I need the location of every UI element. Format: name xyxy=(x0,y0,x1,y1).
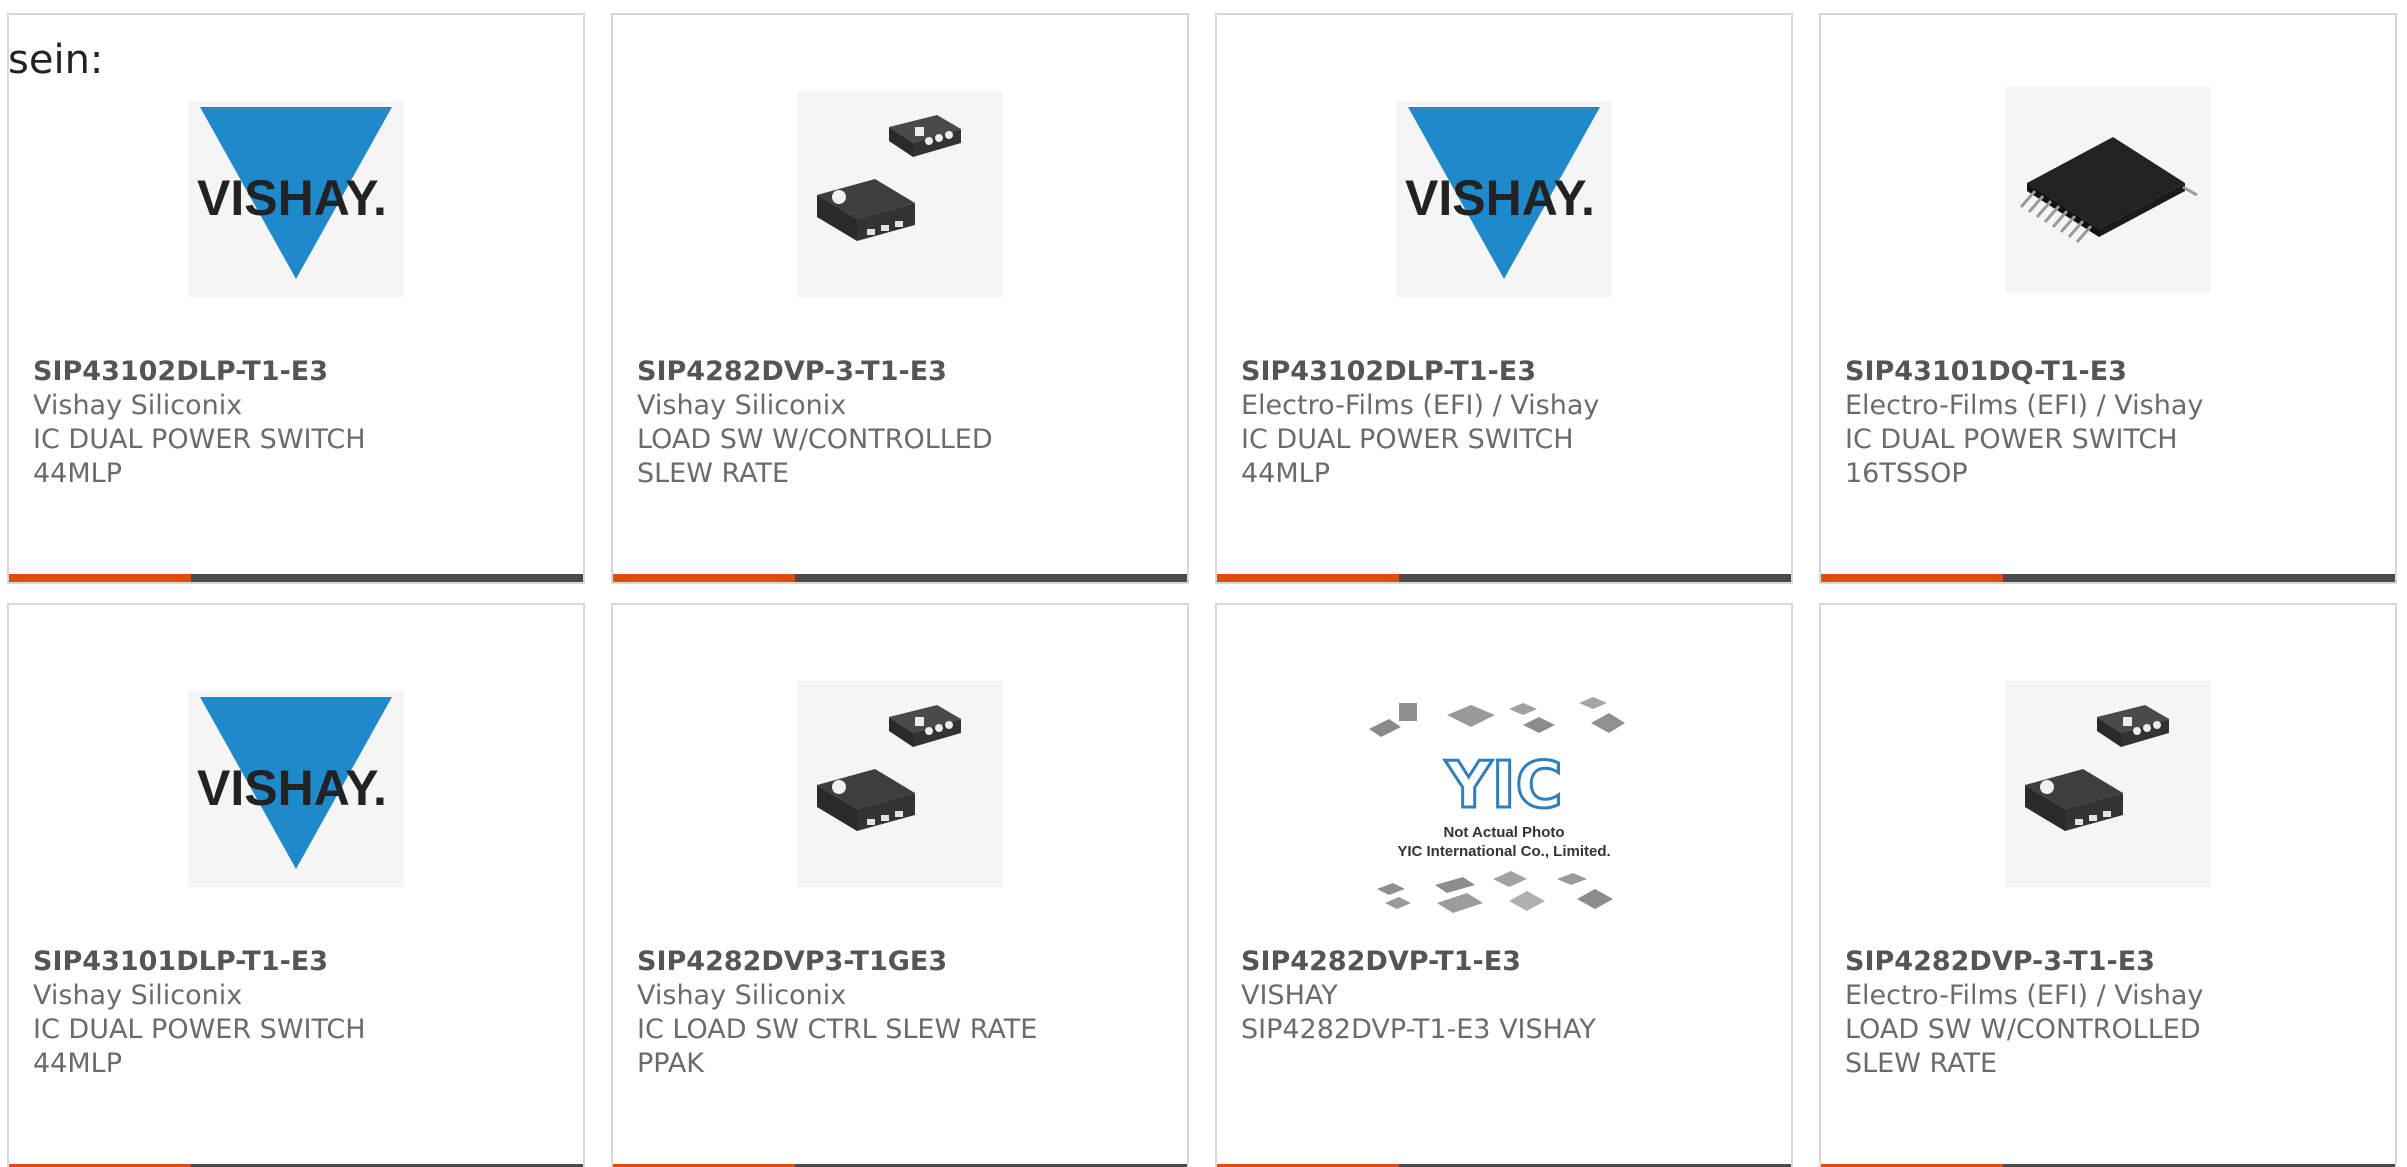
yic-placeholder-icon: YIC Not Actual Photo YIC International C… xyxy=(1369,697,1625,913)
chip-dfn-package xyxy=(797,681,1003,887)
product-card[interactable]: YIC Not Actual Photo YIC International C… xyxy=(1215,603,1793,1167)
description: IC LOAD SW CTRL SLEW RATE PPAK xyxy=(637,1014,1038,1079)
product-image[interactable]: VISHAY. xyxy=(9,101,583,297)
vishay-logo-icon: VISHAY. xyxy=(197,697,392,869)
product-info: SIP4282DVP-T1-E3 VISHAY SIP4282DVP-T1-E3… xyxy=(1241,945,1767,1047)
product-image[interactable]: VISHAY. xyxy=(9,691,583,887)
yic-placeholder: YIC Not Actual Photo YIC International C… xyxy=(1359,689,1649,939)
manufacturer: Vishay Siliconix xyxy=(33,390,243,421)
description: LOAD SW W/CONTROLLED SLEW RATE xyxy=(1845,1014,2201,1079)
product-info: SIP4282DVP-3-T1-E3 Vishay Siliconix LOAD… xyxy=(637,355,1163,491)
part-number[interactable]: SIP43101DQ-T1-E3 xyxy=(1845,355,2371,389)
part-number[interactable]: SIP43102DLP-T1-E3 xyxy=(1241,355,1767,389)
vishay-logo: VISHAY. xyxy=(188,101,404,297)
bar-rest xyxy=(2003,574,2395,582)
chip-dfn-package xyxy=(2005,681,2211,887)
bar-rest xyxy=(795,574,1187,582)
product-info: SIP43102DLP-T1-E3 Electro-Films (EFI) / … xyxy=(1241,355,1767,491)
chip-tssop-package xyxy=(2005,87,2211,293)
svg-text:YIC International Co., Limited: YIC International Co., Limited. xyxy=(1397,843,1610,860)
vishay-logo: VISHAY. xyxy=(1396,101,1612,297)
part-number[interactable]: SIP4282DVP-3-T1-E3 xyxy=(1845,945,2371,979)
manufacturer: Electro-Films (EFI) / Vishay xyxy=(1241,390,1600,421)
product-info: SIP43101DQ-T1-E3 Electro-Films (EFI) / V… xyxy=(1845,355,2371,491)
bar-rest xyxy=(191,574,583,582)
product-card[interactable]: VISHAY. SIP43102DLP-T1-E3 Electro-Films … xyxy=(1215,13,1793,584)
product-image[interactable] xyxy=(613,681,1187,887)
product-image[interactable] xyxy=(613,91,1187,297)
product-card[interactable]: SIP4282DVP-3-T1-E3 Vishay Siliconix LOAD… xyxy=(611,13,1189,584)
bar-accent xyxy=(613,574,795,582)
product-card[interactable]: VISHAY. SIP43101DLP-T1-E3 Vishay Silicon… xyxy=(7,603,585,1167)
product-card[interactable]: SIP43101DQ-T1-E3 Electro-Films (EFI) / V… xyxy=(1819,13,2397,584)
part-number[interactable]: SIP4282DVP3-T1GE3 xyxy=(637,945,1163,979)
intro-text: sein: xyxy=(8,37,104,83)
description: SIP4282DVP-T1-E3 VISHAY xyxy=(1241,1014,1596,1045)
product-card[interactable]: SIP4282DVP3-T1GE3 Vishay Siliconix IC LO… xyxy=(611,603,1189,1167)
svg-text:YIC: YIC xyxy=(1444,749,1562,823)
svg-text:VISHAY.: VISHAY. xyxy=(197,170,387,226)
description: IC DUAL POWER SWITCH 44MLP xyxy=(33,424,366,489)
vishay-logo-icon: VISHAY. xyxy=(1405,107,1600,279)
manufacturer: Vishay Siliconix xyxy=(637,390,847,421)
product-grid: VISHAY. SIP43102DLP-T1-E3 Vishay Silicon… xyxy=(0,0,2407,1167)
svg-text:VISHAY.: VISHAY. xyxy=(1405,170,1595,226)
chip-dfn-package xyxy=(797,91,1003,297)
product-info: SIP43102DLP-T1-E3 Vishay Siliconix IC DU… xyxy=(33,355,559,491)
chip-dfn-icon xyxy=(817,705,961,831)
part-number[interactable]: SIP4282DVP-T1-E3 xyxy=(1241,945,1767,979)
product-image[interactable]: VISHAY. xyxy=(1217,101,1791,297)
product-info: SIP4282DVP3-T1GE3 Vishay Siliconix IC LO… xyxy=(637,945,1163,1081)
product-card[interactable]: SIP4282DVP-3-T1-E3 Electro-Films (EFI) /… xyxy=(1819,603,2397,1167)
part-number[interactable]: SIP43101DLP-T1-E3 xyxy=(33,945,559,979)
description: IC DUAL POWER SWITCH 44MLP xyxy=(33,1014,366,1079)
manufacturer: Vishay Siliconix xyxy=(637,980,847,1011)
description: LOAD SW W/CONTROLLED SLEW RATE xyxy=(637,424,993,489)
product-image[interactable] xyxy=(1821,87,2395,293)
card-accent-bar xyxy=(613,574,1187,582)
page: sein: VISHAY. SIP43102DLP-T1-E3 Vishay S… xyxy=(0,0,2407,1167)
bar-accent xyxy=(1821,574,2003,582)
card-accent-bar xyxy=(9,574,583,582)
svg-text:Not Actual Photo: Not Actual Photo xyxy=(1443,824,1564,841)
part-number[interactable]: SIP4282DVP-3-T1-E3 xyxy=(637,355,1163,389)
manufacturer: Electro-Films (EFI) / Vishay xyxy=(1845,390,2204,421)
chip-dfn-icon xyxy=(2025,705,2169,831)
product-info: SIP4282DVP-3-T1-E3 Electro-Films (EFI) /… xyxy=(1845,945,2371,1081)
vishay-logo-icon: VISHAY. xyxy=(197,107,392,279)
bar-accent xyxy=(1217,574,1399,582)
manufacturer: VISHAY xyxy=(1241,980,1338,1011)
product-image[interactable]: YIC Not Actual Photo YIC International C… xyxy=(1217,689,1791,939)
card-accent-bar xyxy=(1821,574,2395,582)
bar-rest xyxy=(1399,574,1791,582)
manufacturer: Electro-Films (EFI) / Vishay xyxy=(1845,980,2204,1011)
product-info: SIP43101DLP-T1-E3 Vishay Siliconix IC DU… xyxy=(33,945,559,1081)
chip-tssop-icon xyxy=(2019,137,2198,243)
product-card[interactable]: VISHAY. SIP43102DLP-T1-E3 Vishay Silicon… xyxy=(7,13,585,584)
part-number[interactable]: SIP43102DLP-T1-E3 xyxy=(33,355,559,389)
description: IC DUAL POWER SWITCH 16TSSOP xyxy=(1845,424,2178,489)
card-accent-bar xyxy=(1217,574,1791,582)
product-image[interactable] xyxy=(1821,681,2395,887)
description: IC DUAL POWER SWITCH 44MLP xyxy=(1241,424,1574,489)
manufacturer: Vishay Siliconix xyxy=(33,980,243,1011)
svg-text:VISHAY.: VISHAY. xyxy=(197,760,387,816)
vishay-logo: VISHAY. xyxy=(188,691,404,887)
chip-dfn-icon xyxy=(817,115,961,241)
bar-accent xyxy=(9,574,191,582)
